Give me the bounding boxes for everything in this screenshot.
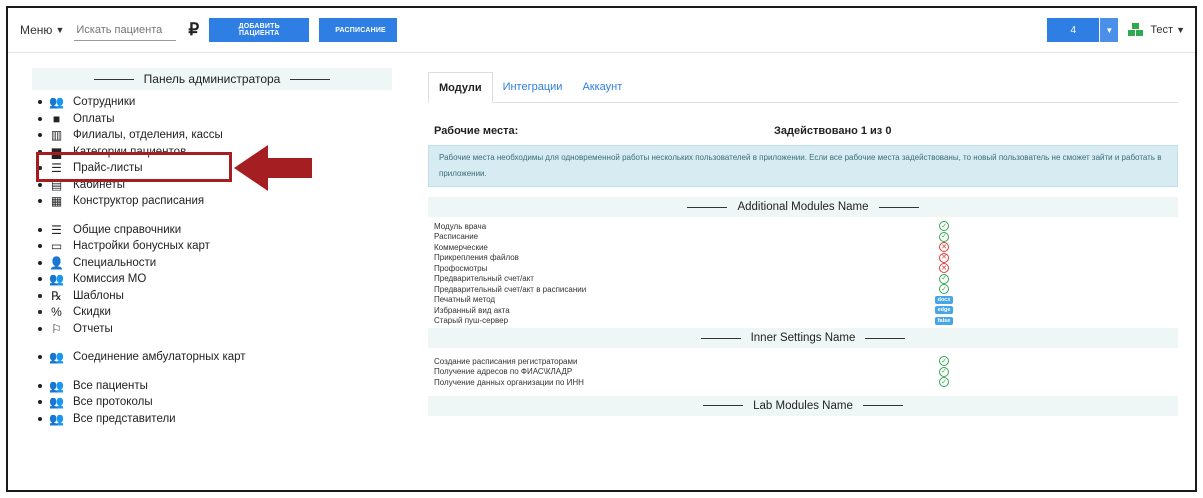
menu-label: Меню: [20, 23, 53, 37]
workplaces-label: Рабочие места:: [434, 125, 519, 137]
notifications-dropdown-icon[interactable]: ▼: [1100, 18, 1119, 42]
top-bar: Меню ▼ ₽ ДОБАВИТЬ ПАЦИЕНТА РАСПИСАНИЕ 4 …: [8, 8, 1195, 53]
module-row: Старый пуш-сервер false: [434, 316, 1178, 327]
pointer-arrow-icon: [234, 145, 312, 191]
module-row: Профосмотры ✕: [434, 263, 1178, 274]
module-row: Модуль врача ✓: [434, 221, 1178, 232]
schedule-button[interactable]: РАСПИСАНИЕ: [319, 18, 398, 42]
x-circle-icon: ✕: [939, 263, 949, 274]
menu-dropdown[interactable]: Меню ▼: [20, 23, 64, 37]
admin-item-merge-cards[interactable]: 👥 Соединение амбулаторных карт: [38, 349, 392, 366]
setting-row: Получение адресов по ФИАС\КЛАДР ✓: [434, 366, 1178, 378]
settings-panel: Модули Интеграции Аккаунт Рабочие места:…: [428, 72, 1178, 416]
section-inner-settings: Inner Settings Name: [428, 328, 1178, 348]
prescription-icon: ℞: [51, 288, 62, 303]
check-circle-icon: ✓: [939, 221, 949, 232]
notifications-button[interactable]: 4: [1047, 18, 1100, 42]
calendar-icon: ▦: [50, 194, 63, 209]
section-additional-modules: Additional Modules Name: [428, 197, 1178, 217]
module-row: Предварительный счет/акт ✓: [434, 273, 1178, 285]
admin-item-discounts[interactable]: % Скидки: [38, 304, 392, 321]
x-circle-icon: ✕: [939, 252, 949, 263]
cash-icon: ■: [52, 111, 61, 126]
check-circle-icon: ✓: [939, 356, 949, 367]
flag-icon: ⚐: [51, 321, 62, 336]
card-icon: ▭: [50, 239, 63, 254]
list-icon: ☰: [51, 222, 62, 237]
admin-item-all-patients[interactable]: 👥 Все пациенты: [38, 378, 392, 395]
admin-item-bonus-cards[interactable]: ▭ Настройки бонусных карт: [38, 238, 392, 255]
value-badge: false: [934, 316, 954, 325]
setting-row: Создание расписания регистраторами ✓: [434, 356, 1178, 367]
workplaces-info: Рабочие места необходимы для одновременн…: [428, 145, 1178, 187]
users-group-icon: 👥: [49, 272, 64, 287]
admin-panel: Панель администратора 👥 Сотрудники ■ Оплат…: [32, 68, 392, 427]
percent-icon: %: [51, 305, 62, 320]
admin-panel-title: Панель администратора: [32, 68, 392, 90]
caret-down-icon: ▼: [1176, 25, 1185, 35]
check-circle-icon: ✓: [939, 366, 949, 377]
x-circle-icon: ✕: [939, 242, 949, 253]
admin-item-all-representatives[interactable]: 👥 Все представители: [38, 411, 392, 428]
users-group-icon: 👥: [49, 395, 64, 410]
additional-modules-list: Модуль врача ✓ Расписание ✓ Коммерческие ✕ …: [428, 221, 1178, 326]
check-circle-icon: ✓: [939, 377, 949, 388]
module-row: Избранный вид акта edge: [434, 305, 1178, 316]
admin-item-reports[interactable]: ⚐ Отчеты: [38, 321, 392, 338]
workplaces-used: Задействовано 1 из 0: [774, 125, 892, 137]
inner-settings-list: Создание расписания регистраторами ✓ Полу…: [428, 356, 1178, 388]
top-right-controls: 4 ▼ Тест ▼: [1047, 18, 1185, 42]
admin-item-branches[interactable]: ▥ Филиалы, отделения, кассы: [38, 127, 392, 144]
admin-item-templates[interactable]: ℞ Шаблоны: [38, 288, 392, 305]
users-group-icon: 👥: [49, 378, 64, 393]
tab-integrations[interactable]: Интеграции: [493, 72, 573, 102]
doctor-icon: 👤: [49, 255, 64, 270]
check-circle-icon: ✓: [939, 273, 949, 284]
value-badge: docx: [934, 295, 954, 304]
highlight-box: [36, 152, 232, 182]
workplaces-row: Рабочие места: Задействовано 1 из 0: [428, 125, 1178, 137]
module-row: Предварительный счет/акт в расписании ✓: [434, 284, 1178, 295]
module-row: Прикрепления файлов ✕: [434, 252, 1178, 264]
ruble-icon[interactable]: ₽: [188, 20, 199, 40]
tab-modules[interactable]: Модули: [428, 72, 493, 103]
admin-item-common-directories[interactable]: ☰ Общие справочники: [38, 222, 392, 239]
admin-item-schedule-builder[interactable]: ▦ Конструктор расписания: [38, 193, 392, 210]
value-badge: edge: [934, 306, 954, 315]
org-tree-icon: [1128, 23, 1144, 37]
user-name: Тест: [1150, 24, 1174, 36]
patient-search-input[interactable]: [74, 19, 177, 41]
caret-down-icon: ▼: [55, 25, 65, 35]
check-circle-icon: ✓: [939, 284, 949, 295]
admin-item-employees[interactable]: 👥 Сотрудники: [38, 94, 392, 111]
check-circle-icon: ✓: [939, 231, 949, 242]
user-menu[interactable]: Тест ▼: [1150, 24, 1185, 36]
section-lab-modules: Lab Modules Name: [428, 395, 1178, 416]
users-group-icon: 👥: [49, 95, 64, 110]
users-group-icon: 👥: [49, 350, 64, 365]
module-row: Печатный метод docx: [434, 295, 1178, 306]
tab-bar: Модули Интеграции Аккаунт: [428, 72, 1178, 103]
app-window: Меню ▼ ₽ ДОБАВИТЬ ПАЦИЕНТА РАСПИСАНИЕ 4 …: [6, 6, 1197, 492]
admin-item-specialties[interactable]: 👤 Специальности: [38, 255, 392, 272]
building-icon: ▥: [50, 128, 63, 143]
tab-account[interactable]: Аккаунт: [572, 72, 632, 102]
admin-menu-list: 👥 Сотрудники ■ Оплаты ▥ Филиалы, отделения,…: [32, 94, 392, 427]
users-group-icon: 👥: [49, 411, 64, 426]
add-patient-button[interactable]: ДОБАВИТЬ ПАЦИЕНТА: [209, 18, 310, 42]
setting-row: Получение данных организации по ИНН ✓: [434, 377, 1178, 388]
module-row: Расписание ✓: [434, 231, 1178, 243]
admin-item-mo-commission[interactable]: 👥 Комиссия МО: [38, 271, 392, 288]
admin-item-all-protocols[interactable]: 👥 Все протоколы: [38, 394, 392, 411]
module-row: Коммерческие ✕: [434, 242, 1178, 253]
admin-item-payments[interactable]: ■ Оплаты: [38, 111, 392, 128]
